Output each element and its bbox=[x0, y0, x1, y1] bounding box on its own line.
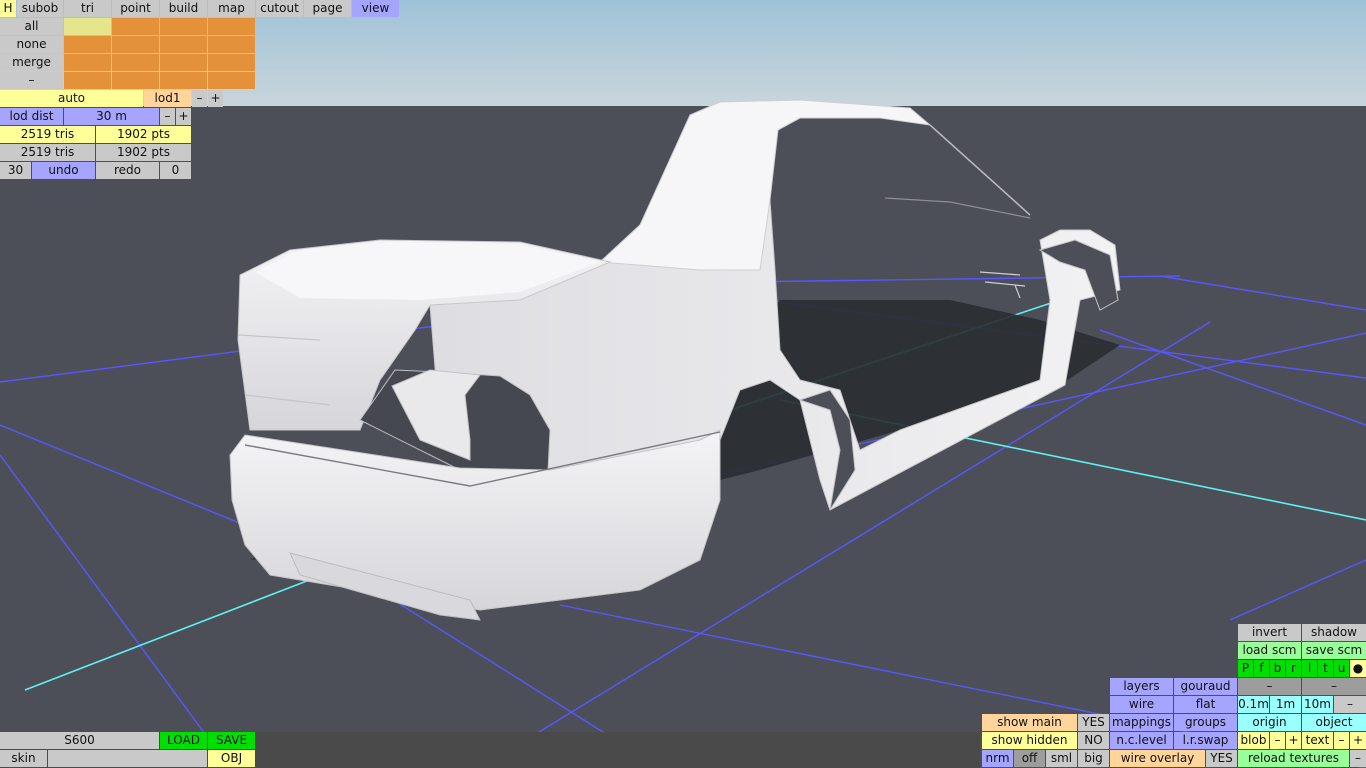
minus-button-a[interactable]: – bbox=[1238, 678, 1301, 695]
reload-minus-button[interactable]: – bbox=[1350, 750, 1366, 767]
redo-button[interactable]: redo bbox=[96, 162, 159, 179]
step-0-1m-button[interactable]: 0.1m bbox=[1238, 696, 1269, 713]
layer-swatch[interactable] bbox=[64, 36, 111, 53]
skin-field[interactable] bbox=[48, 750, 207, 767]
undo-count: 30 bbox=[0, 162, 31, 179]
layer-swatch[interactable] bbox=[112, 36, 159, 53]
tab-build[interactable]: build bbox=[160, 0, 207, 17]
show-hidden-value: NO bbox=[1078, 732, 1109, 749]
model-name-field[interactable]: S600 bbox=[0, 732, 159, 749]
blob-minus-button[interactable]: – bbox=[1270, 732, 1285, 749]
layer-swatch[interactable] bbox=[112, 18, 159, 35]
layer-swatch[interactable] bbox=[160, 36, 207, 53]
show-main-button[interactable]: show main bbox=[982, 714, 1077, 731]
step-10m-button[interactable]: 10m bbox=[1302, 696, 1333, 713]
tab-cutout[interactable]: cutout bbox=[256, 0, 303, 17]
lod-plus-button[interactable]: + bbox=[208, 90, 223, 107]
toggle-u[interactable]: u bbox=[1334, 660, 1349, 677]
undo-button[interactable]: undo bbox=[32, 162, 95, 179]
dot-toggle[interactable]: ● bbox=[1350, 660, 1366, 677]
load-button[interactable]: LOAD bbox=[160, 732, 207, 749]
tab-page[interactable]: page bbox=[304, 0, 351, 17]
shadow-button[interactable]: shadow bbox=[1302, 624, 1366, 641]
layer-swatch[interactable] bbox=[160, 18, 207, 35]
text-minus-button[interactable]: – bbox=[1334, 732, 1349, 749]
show-main-value: YES bbox=[1078, 714, 1109, 731]
skin-label: skin bbox=[0, 750, 47, 767]
lod-level-button[interactable]: lod1 bbox=[144, 90, 191, 107]
tab-view[interactable]: view bbox=[352, 0, 399, 17]
tab-tri[interactable]: tri bbox=[64, 0, 111, 17]
minus-button[interactable]: – bbox=[0, 72, 63, 89]
merge-button[interactable]: merge bbox=[0, 54, 63, 71]
viewport-3d[interactable] bbox=[0, 0, 1366, 768]
reload-textures-button[interactable]: reload textures bbox=[1238, 750, 1349, 767]
toggle-p[interactable]: P bbox=[1238, 660, 1253, 677]
sml-button[interactable]: sml bbox=[1046, 750, 1077, 767]
point-count: 1902 pts bbox=[96, 126, 191, 143]
groups-button[interactable]: groups bbox=[1174, 714, 1237, 731]
wire-overlay-button[interactable]: wire overlay bbox=[1110, 750, 1205, 767]
wire-button[interactable]: wire bbox=[1110, 696, 1173, 713]
layer-swatch[interactable] bbox=[208, 36, 255, 53]
layer-swatch[interactable] bbox=[64, 54, 111, 71]
layers-button[interactable]: layers bbox=[1110, 678, 1173, 695]
point-count-total: 1902 pts bbox=[96, 144, 191, 161]
select-all-button[interactable]: all bbox=[0, 18, 63, 35]
text-label: text bbox=[1302, 732, 1333, 749]
lod-dist-plus-button[interactable]: + bbox=[176, 108, 191, 125]
select-none-button[interactable]: none bbox=[0, 36, 63, 53]
tab-subob[interactable]: subob bbox=[17, 0, 63, 17]
toggle-l[interactable]: l bbox=[1302, 660, 1317, 677]
lr-swap-button[interactable]: l.r.swap bbox=[1174, 732, 1237, 749]
wire-overlay-value: YES bbox=[1206, 750, 1237, 767]
lod-dist-minus-button[interactable]: – bbox=[160, 108, 175, 125]
show-hidden-button[interactable]: show hidden bbox=[982, 732, 1077, 749]
mappings-button[interactable]: mappings bbox=[1110, 714, 1173, 731]
layer-swatch[interactable] bbox=[208, 54, 255, 71]
object-button[interactable]: object bbox=[1302, 714, 1366, 731]
nrm-button[interactable]: nrm bbox=[982, 750, 1013, 767]
save-scm-button[interactable]: save scm bbox=[1302, 642, 1366, 659]
tab-point[interactable]: point bbox=[112, 0, 159, 17]
layer-swatch[interactable] bbox=[112, 54, 159, 71]
layer-swatch[interactable] bbox=[64, 18, 111, 35]
flat-button[interactable]: flat bbox=[1174, 696, 1237, 713]
layer-swatch[interactable] bbox=[112, 72, 159, 89]
blob-label: blob bbox=[1238, 732, 1269, 749]
origin-button[interactable]: origin bbox=[1238, 714, 1301, 731]
nc-level-button[interactable]: n.c.level bbox=[1110, 732, 1173, 749]
layer-swatch[interactable] bbox=[208, 72, 255, 89]
save-button[interactable]: SAVE bbox=[208, 732, 255, 749]
layer-swatch[interactable] bbox=[160, 72, 207, 89]
text-plus-button[interactable]: + bbox=[1350, 732, 1366, 749]
layer-swatch[interactable] bbox=[64, 72, 111, 89]
step-minus-button[interactable]: – bbox=[1334, 696, 1366, 713]
gouraud-button[interactable]: gouraud bbox=[1174, 678, 1237, 695]
redo-count: 0 bbox=[160, 162, 191, 179]
tri-count-total: 2519 tris bbox=[0, 144, 95, 161]
invert-button[interactable]: invert bbox=[1238, 624, 1301, 641]
blob-plus-button[interactable]: + bbox=[1286, 732, 1301, 749]
toggle-t[interactable]: t bbox=[1318, 660, 1333, 677]
obj-button[interactable]: OBJ bbox=[208, 750, 255, 767]
step-1m-button[interactable]: 1m bbox=[1270, 696, 1301, 713]
big-button[interactable]: big bbox=[1078, 750, 1109, 767]
minus-button-b[interactable]: – bbox=[1302, 678, 1366, 695]
toggle-b[interactable]: b bbox=[1270, 660, 1285, 677]
tri-count: 2519 tris bbox=[0, 126, 95, 143]
lod-dist-value: 30 m bbox=[64, 108, 159, 125]
layer-swatch[interactable] bbox=[160, 54, 207, 71]
layer-swatch[interactable] bbox=[208, 18, 255, 35]
tab-map[interactable]: map bbox=[208, 0, 255, 17]
off-button[interactable]: off bbox=[1014, 750, 1045, 767]
toggle-r[interactable]: r bbox=[1286, 660, 1301, 677]
h-button[interactable]: H bbox=[0, 0, 16, 17]
lod-auto-button[interactable]: auto bbox=[0, 90, 143, 107]
toggle-f[interactable]: f bbox=[1254, 660, 1269, 677]
lod-minus-button[interactable]: – bbox=[192, 90, 207, 107]
load-scm-button[interactable]: load scm bbox=[1238, 642, 1301, 659]
lod-dist-label: lod dist bbox=[0, 108, 63, 125]
